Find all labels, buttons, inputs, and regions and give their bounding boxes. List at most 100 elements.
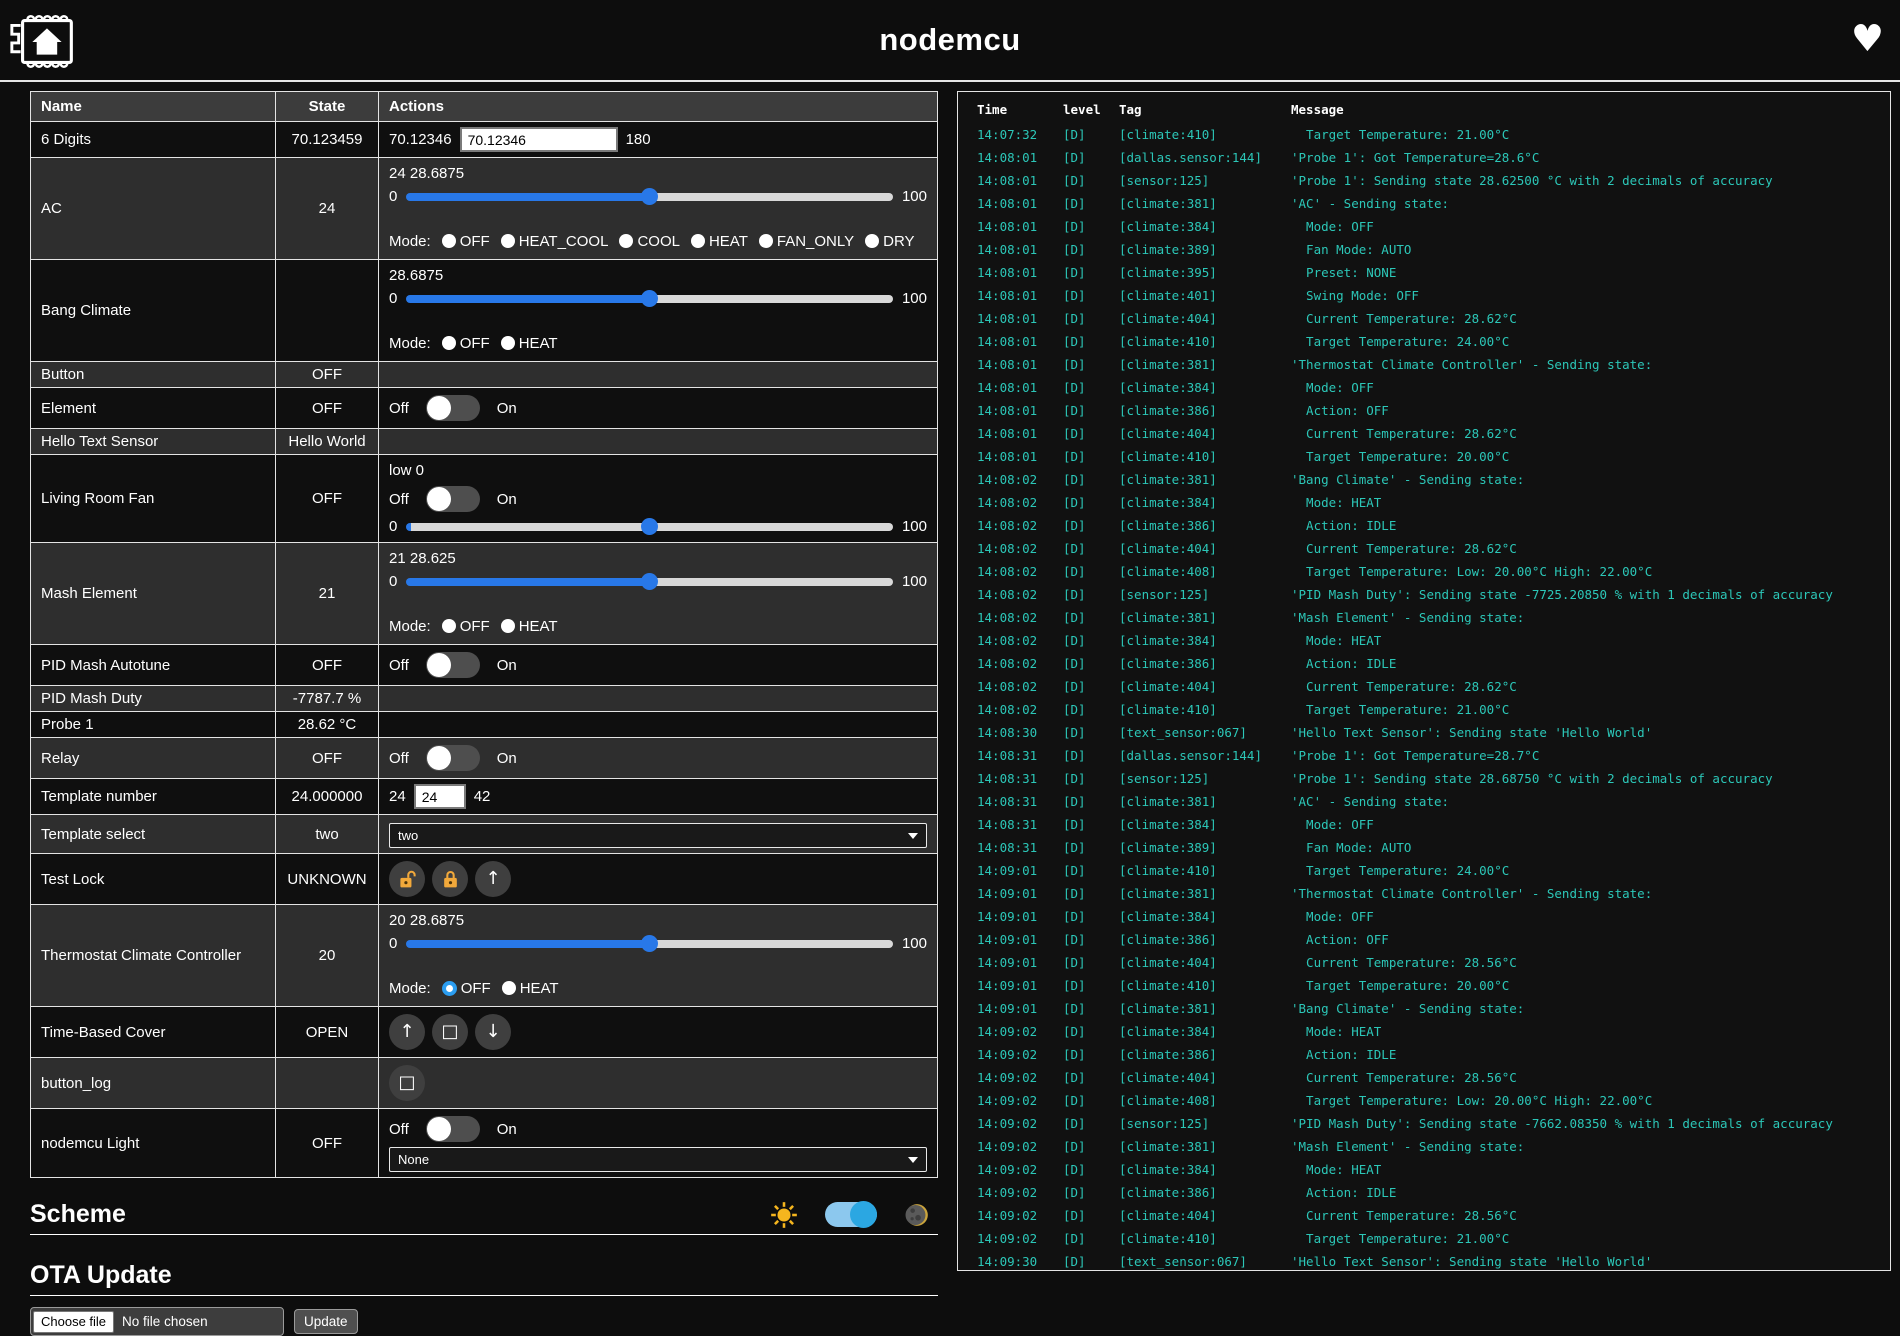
- toggle-row: OffOn: [389, 484, 927, 514]
- file-input[interactable]: Choose file No file chosen: [30, 1307, 284, 1336]
- log-row: 14:08:01[D][climate:410] Target Temperat…: [977, 445, 1886, 468]
- log-message: Mode: HEAT: [1291, 1020, 1886, 1043]
- entity-row: PID Mash Duty-7787.7 %: [31, 686, 938, 712]
- arrow-up-button[interactable]: ↑: [475, 861, 511, 897]
- slider[interactable]: [406, 578, 893, 586]
- log-time: 14:08:31: [977, 790, 1063, 813]
- log-row: 14:08:01[D][climate:384] Mode: OFF: [977, 215, 1886, 238]
- log-tag: [sensor:125]: [1119, 767, 1291, 790]
- mode-radio[interactable]: [502, 981, 516, 995]
- stop-button[interactable]: □: [389, 1065, 425, 1101]
- lock-button[interactable]: [432, 861, 468, 897]
- mode-option[interactable]: DRY: [865, 233, 914, 250]
- climate-values-label: 20 28.6875: [389, 911, 927, 931]
- mode-option-label: FAN_ONLY: [777, 233, 854, 250]
- mode-option[interactable]: HEAT_COOL: [501, 233, 609, 250]
- entity-name: PID Mash Duty: [31, 686, 276, 712]
- mode-row: Mode:OFFHEAT: [389, 332, 927, 354]
- log-time: 14:09:02: [977, 1227, 1063, 1250]
- mode-radio[interactable]: [442, 336, 456, 350]
- mode-option[interactable]: OFF: [442, 618, 490, 635]
- log-level: [D]: [1063, 468, 1119, 491]
- log-row: 14:08:02[D][climate:404] Current Tempera…: [977, 675, 1886, 698]
- log-message: Target Temperature: 21.00°C: [1291, 123, 1886, 146]
- arrow-up-button[interactable]: ↑: [389, 1014, 425, 1050]
- mode-radio[interactable]: [501, 619, 515, 633]
- unlock-button[interactable]: [389, 861, 425, 897]
- mode-radio[interactable]: [442, 234, 456, 248]
- arrow-down-button[interactable]: ↓: [475, 1014, 511, 1050]
- mode-radio[interactable]: [501, 234, 515, 248]
- log-time: 14:09:02: [977, 1112, 1063, 1135]
- mode-option[interactable]: HEAT: [501, 618, 558, 635]
- slider[interactable]: [406, 193, 893, 201]
- log-row: 14:09:02[D][climate:384] Mode: HEAT: [977, 1020, 1886, 1043]
- log-panel[interactable]: Time level Tag Message 14:07:32[D][clima…: [957, 91, 1891, 1271]
- entity-name: Living Room Fan: [31, 455, 276, 543]
- log-message: Target Temperature: 20.00°C: [1291, 445, 1886, 468]
- toggle-switch[interactable]: [426, 395, 480, 421]
- mode-option[interactable]: HEAT: [501, 335, 558, 352]
- entity-state: -7787.7 %: [276, 686, 379, 712]
- log-message: Current Temperature: 28.56°C: [1291, 951, 1886, 974]
- mode-radio[interactable]: [865, 234, 879, 248]
- toggle-switch[interactable]: [426, 486, 480, 512]
- log-message: Swing Mode: OFF: [1291, 284, 1886, 307]
- toggle-off-label: Off: [389, 657, 409, 674]
- select[interactable]: two: [389, 823, 927, 848]
- mode-option[interactable]: OFF: [442, 233, 490, 250]
- mode-radio[interactable]: [501, 336, 515, 350]
- toggle-switch[interactable]: [426, 1116, 480, 1142]
- number-input[interactable]: [414, 784, 466, 809]
- log-time: 14:08:31: [977, 744, 1063, 767]
- entity-actions: ↑□ ↓: [379, 1007, 938, 1058]
- entity-state: OFF: [276, 362, 379, 388]
- slider[interactable]: [406, 940, 893, 948]
- log-message: 'Mash Element' - Sending state:: [1291, 1135, 1886, 1158]
- log-tag: [climate:410]: [1119, 330, 1291, 353]
- mode-radio[interactable]: [442, 981, 457, 996]
- entity-actions: OffOn: [379, 738, 938, 779]
- entity-state: 21: [276, 543, 379, 645]
- entity-state: [276, 1058, 379, 1109]
- toggle-switch[interactable]: [426, 652, 480, 678]
- toggle-switch[interactable]: [426, 745, 480, 771]
- log-tag: [climate:381]: [1119, 606, 1291, 629]
- log-level: [D]: [1063, 744, 1119, 767]
- number-input[interactable]: [460, 127, 618, 152]
- toggle-off-label: Off: [389, 400, 409, 417]
- arrow-down-icon: ↓: [485, 1023, 500, 1041]
- mode-radio[interactable]: [442, 619, 456, 633]
- climate-values-label: 21 28.625: [389, 549, 927, 569]
- mode-option[interactable]: COOL: [619, 233, 680, 250]
- choose-file-button[interactable]: Choose file: [33, 1311, 114, 1333]
- log-row: 14:08:01[D][climate:395] Preset: NONE: [977, 261, 1886, 284]
- toggle-row: Off On: [389, 393, 927, 423]
- mode-option[interactable]: HEAT: [502, 980, 559, 997]
- log-message: Current Temperature: 28.56°C: [1291, 1204, 1886, 1227]
- slider-min-label: 0: [389, 188, 397, 205]
- log-level: [D]: [1063, 675, 1119, 698]
- log-row: 14:09:02[D][climate:404] Current Tempera…: [977, 1066, 1886, 1089]
- scheme-section-header: Scheme: [30, 1200, 938, 1235]
- select-wrapper: two: [389, 823, 927, 848]
- slider[interactable]: [406, 295, 893, 303]
- toggle-on-label: On: [497, 400, 517, 417]
- log-level: [D]: [1063, 399, 1119, 422]
- scheme-toggle[interactable]: [825, 1202, 877, 1227]
- mode-option[interactable]: OFF: [442, 980, 491, 997]
- slider-min-label: 0: [389, 290, 397, 307]
- mode-option[interactable]: OFF: [442, 335, 490, 352]
- mode-radio[interactable]: [759, 234, 773, 248]
- update-button[interactable]: Update: [294, 1309, 358, 1334]
- mode-radio[interactable]: [619, 234, 633, 248]
- log-tag: [climate:384]: [1119, 1020, 1291, 1043]
- log-time: 14:08:02: [977, 468, 1063, 491]
- mode-option[interactable]: FAN_ONLY: [759, 233, 854, 250]
- select[interactable]: None: [389, 1147, 927, 1172]
- log-row: 14:08:31[D][climate:384] Mode: OFF: [977, 813, 1886, 836]
- slider[interactable]: [406, 523, 893, 531]
- mode-option[interactable]: HEAT: [691, 233, 748, 250]
- stop-button[interactable]: □: [432, 1014, 468, 1050]
- mode-radio[interactable]: [691, 234, 705, 248]
